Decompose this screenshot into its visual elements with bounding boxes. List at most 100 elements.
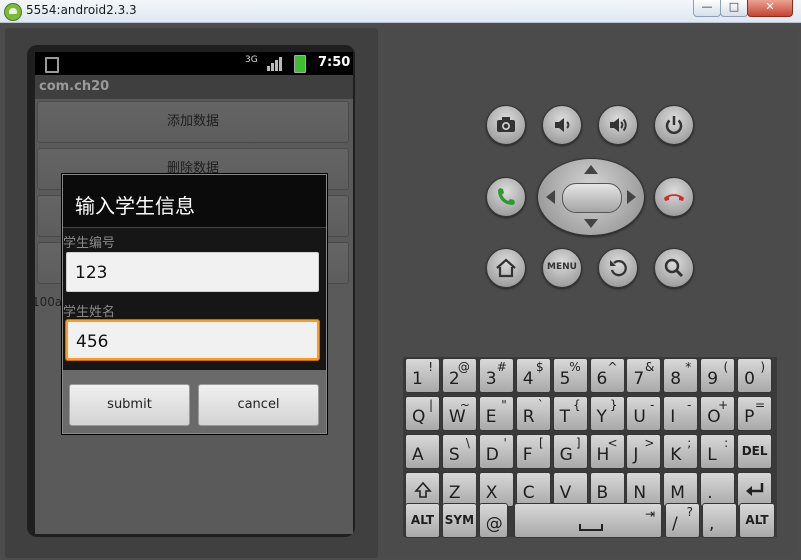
student-name-label: 学生姓名 [63,305,116,320]
key-7[interactable]: 7 & [626,358,662,393]
power-button[interactable] [654,105,694,145]
key-w[interactable]: W ~ [441,396,477,431]
key-1-alt-label: ! [428,360,433,374]
key-9-alt-label: ( [723,360,729,374]
key-m[interactable]: M [663,472,699,507]
at-key[interactable]: @ [478,503,508,538]
close-button[interactable]: ✕ [747,0,793,17]
key-k-alt-label: ; [687,436,692,450]
key-7-label: 7 [633,369,645,389]
call-icon [498,188,515,205]
home-button[interactable] [486,248,526,288]
key-q-alt-label: | [428,398,433,412]
key-9[interactable]: 9( [700,358,736,393]
key-n[interactable]: N [626,472,662,507]
alt-key-left[interactable]: ALT [405,503,440,538]
key-4[interactable]: 4 $ [515,358,551,393]
key-c-label: C [522,483,535,503]
enter-key[interactable] [737,472,773,507]
key-1[interactable]: 1! [405,358,440,393]
key-7-alt-label: & [645,360,655,374]
key-f-alt-label: [ [539,436,544,450]
comma-key[interactable]: , [702,503,737,538]
end-call-button[interactable] [654,177,694,217]
key-f[interactable]: F[ [515,434,551,469]
key-y[interactable]: Y} [589,396,625,431]
delete-key[interactable]: DEL [737,434,773,469]
alt-key-right[interactable]: ALT [739,503,775,538]
key-e[interactable]: E " [478,396,514,431]
volume-down-icon [555,118,570,132]
key-i-label: I [670,407,676,427]
alt-key-left-label: ALT [410,513,435,527]
call-button[interactable] [486,177,526,217]
key-c[interactable]: C [515,472,551,507]
dpad-down-icon[interactable] [584,219,598,228]
key-3[interactable]: 3 # [478,358,514,393]
key-i[interactable]: I- [663,396,699,431]
slash-key[interactable]: /? [665,503,700,538]
key-period[interactable]: . [700,472,736,507]
volume-up-button[interactable] [598,105,638,145]
student-info-dialog: 输入学生信息 学生编号 123 学生姓名 456 submit cancel [62,174,327,434]
key-2-alt-label: @ [457,360,470,374]
key-l[interactable]: L: [700,434,736,469]
slash-key-label: / [672,514,678,534]
dialog-title-bar: 输入学生信息 [63,175,326,228]
add-data-button[interactable]: 添加数据 [37,101,349,143]
dpad-left-icon[interactable] [546,190,555,204]
key-z[interactable]: Z [441,472,477,507]
dpad-center-button[interactable] [562,183,622,213]
cancel-button[interactable]: cancel [198,384,319,426]
key-1-label: 1 [412,369,423,389]
android-app-icon [4,3,22,21]
key-u-label: U [633,407,646,427]
key-n-label: N [633,483,647,503]
camera-icon [497,117,515,132]
key-v[interactable]: V [552,472,588,507]
key-8-label: 8 [670,369,682,389]
dpad-up-icon[interactable] [584,165,598,174]
dpad-right-icon[interactable] [627,190,636,204]
space-icon [579,524,603,531]
key-g[interactable]: G] [552,434,588,469]
key-d[interactable]: D ' [478,434,514,469]
space-key[interactable]: ⇥ [514,503,662,538]
key-x[interactable]: X [478,472,514,507]
dpad[interactable] [537,158,645,236]
key-p[interactable]: P = [737,396,773,431]
search-button[interactable] [654,248,694,288]
key-t[interactable]: T{ [552,396,588,431]
key-0[interactable]: 0) [737,358,773,393]
volume-down-button[interactable] [542,105,582,145]
submit-button[interactable]: submit [69,384,190,426]
back-button[interactable] [598,248,638,288]
key-y-label: Y [596,407,607,427]
key-8[interactable]: 8 * [663,358,699,393]
key-a[interactable]: A [405,434,440,469]
student-name-input[interactable]: 456 [66,320,319,360]
key-j[interactable]: J > [626,434,662,469]
key-o[interactable]: O + [700,396,736,431]
key-s[interactable]: S \ [441,434,477,469]
key-2[interactable]: 2 @ [441,358,477,393]
status-bar: 3G 7:50 [35,52,353,75]
minimize-button[interactable]: — [693,0,721,17]
shift-icon [414,481,432,498]
key-b[interactable]: B [589,472,625,507]
key-r[interactable]: R ` [515,396,551,431]
key-q[interactable]: Q | [405,396,440,431]
key-h[interactable]: H < [589,434,625,469]
key-9-label: 9 [707,369,719,389]
key-6[interactable]: 6 ^ [589,358,625,393]
key-h-alt-label: < [607,436,618,450]
key-5[interactable]: 5% [552,358,588,393]
camera-button[interactable] [486,105,526,145]
student-id-input[interactable]: 123 [66,252,319,292]
menu-button[interactable]: MENU [542,248,582,288]
key-k[interactable]: K; [663,434,699,469]
key-u[interactable]: U- [626,396,662,431]
maximize-button[interactable]: □ [720,0,748,17]
sym-key[interactable]: SYM [441,503,477,538]
shift-key[interactable] [405,472,440,507]
